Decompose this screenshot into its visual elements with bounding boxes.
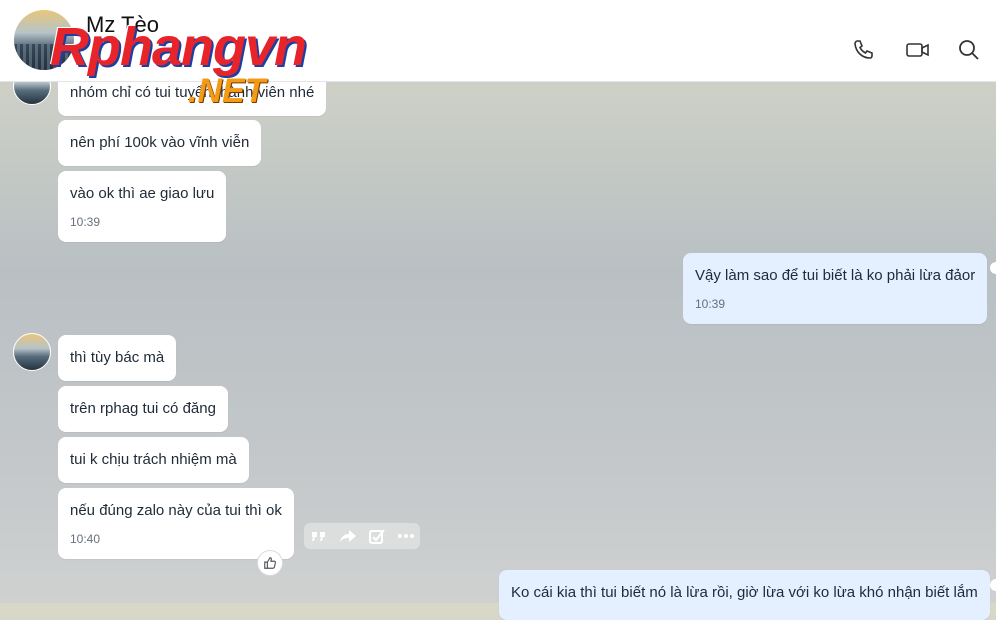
more-icon[interactable] [396,526,416,546]
task-icon[interactable] [367,526,387,546]
quote-icon[interactable] [309,526,329,546]
watermark-logo-sub: .NET [188,72,266,110]
message-bubble[interactable]: trên rphag tui có đăng [58,386,228,432]
message-bubble[interactable]: thì tùy bác mà [58,335,177,381]
message-bubble-outgoing[interactable]: Vậy làm sao để tui biết là ko phải lừa đ… [683,253,988,324]
video-call-icon[interactable] [905,38,931,62]
message-text: Ko cái kia thì tui biết nó là lừa rồi, g… [511,584,978,601]
message-text: nên phí 100k vào vĩnh viễn [70,134,250,151]
message-text: thì tùy bác mà [70,349,165,366]
thumbs-up-icon[interactable] [257,550,283,576]
message-text: vào ok thì ae giao lưu [70,185,215,202]
sender-avatar[interactable] [13,333,51,371]
message-bubble[interactable]: nên phí 100k vào vĩnh viễn [58,120,262,166]
status-dot [990,262,996,274]
message-time: 10:39 [70,215,101,229]
watermark-logo: Rphangvn [50,17,307,77]
message-text: trên rphag tui có đăng [70,400,216,417]
message-bubble[interactable]: nếu đúng zalo này của tui thì ok 10:40 [58,488,294,559]
message-bubble[interactable]: tui k chịu trách nhiệm mà [58,437,249,483]
message-text: nếu đúng zalo này của tui thì ok [70,502,282,519]
message-bubble-outgoing[interactable]: Ko cái kia thì tui biết nó là lừa rồi, g… [499,570,990,620]
message-text: Vậy làm sao để tui biết là ko phải lừa đ… [695,267,976,284]
status-dot [990,579,996,591]
message-text: tui k chịu trách nhiệm mà [70,451,237,468]
phone-icon[interactable] [852,38,876,62]
message-action-bar [304,523,420,549]
search-icon[interactable] [957,38,981,62]
message-time: 10:39 [695,297,726,311]
forward-icon[interactable] [338,526,358,546]
chat-header: Mz Tèo Rphangvn [0,0,996,82]
message-time: 10:40 [70,532,101,546]
message-bubble[interactable]: vào ok thì ae giao lưu 10:39 [58,171,227,242]
